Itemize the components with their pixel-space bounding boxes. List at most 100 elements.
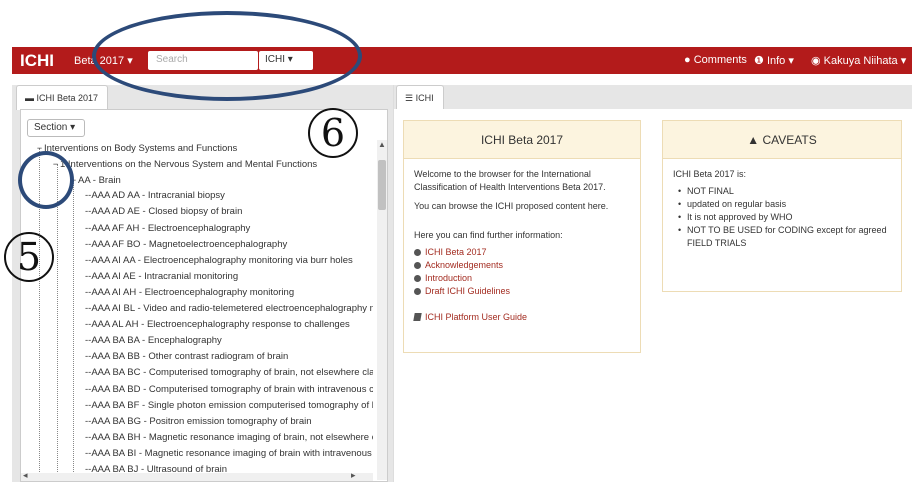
list-item: NOT TO BE USED for CODING except for agr… <box>678 224 891 250</box>
info-circle-icon <box>414 288 421 295</box>
tree-node-label: Interventions on Body Systems and Functi… <box>44 143 238 154</box>
tree-node-label: AAA AL AH - Electroencephalography respo… <box>91 319 350 331</box>
caveats-card: ▲ CAVEATS ICHI Beta 2017 is: NOT FINAL u… <box>662 120 902 292</box>
scrollbar-thumb[interactable] <box>378 160 386 210</box>
tree-node[interactable]: --AAA BA BF - Single photon emission com… <box>85 398 373 414</box>
info-circle-icon <box>414 262 421 269</box>
caveats-title: CAVEATS <box>762 133 817 147</box>
link-user-guide[interactable]: ICHI Platform User Guide <box>413 311 630 324</box>
tree-node[interactable]: --AAA AI AE - Intracranial monitoring <box>85 269 238 285</box>
comments-icon: ● <box>684 54 691 66</box>
info-label: Info <box>766 55 786 67</box>
tree-guide-line <box>57 164 58 480</box>
tree-node[interactable]: --AAA BA BB - Other contrast radiogram o… <box>85 349 288 365</box>
tree-node-label: AAA BA BD - Computerised tomography of b… <box>91 383 373 395</box>
tree-node-label: AAA BA BI - Magnetic resonance imaging o… <box>91 447 373 459</box>
content-area: ICHI Beta 2017 Welcome to the browser fo… <box>394 109 912 482</box>
tree-container: Section ▾ − Interventions on Body Systems… <box>20 109 388 482</box>
tree-node[interactable]: --AAA BA BA - Encephalography <box>85 333 222 349</box>
callout-number-6: 6 <box>308 108 358 158</box>
user-name: Kakuya Niihata <box>823 55 898 67</box>
link-text: ICHI Beta 2017 <box>425 247 487 257</box>
tree-node[interactable]: --AAA BA BG - Positron emission tomograp… <box>85 414 312 430</box>
tree-node-label: AAA BA BC - Computerised tomography of b… <box>91 367 373 379</box>
highlight-ellipse-search <box>92 11 362 101</box>
section-dropdown-button[interactable]: Section ▾ <box>27 119 85 137</box>
link-ichi-beta-2017[interactable]: ICHI Beta 2017 <box>414 246 630 259</box>
info-circle-icon <box>414 249 421 256</box>
tree-node[interactable]: --AAA BA BD - Computerised tomography of… <box>85 382 373 398</box>
vertical-scrollbar[interactable]: ▲ <box>377 140 387 480</box>
list-icon: ☰ <box>405 93 414 103</box>
tree-node[interactable]: − Interventions on Body Systems and Funct… <box>35 140 237 156</box>
tree-node-label: AAA BA BG - Positron emission tomography… <box>91 415 312 427</box>
welcome-card: ICHI Beta 2017 Welcome to the browser fo… <box>403 120 641 353</box>
tree-node-label: AAA BA BB - Other contrast radiogram of … <box>91 351 289 363</box>
tree-node[interactable]: --AAA AL AH - Electroencephalography res… <box>85 317 350 333</box>
welcome-card-body: Welcome to the browser for the Internati… <box>404 159 640 333</box>
link-draft-guidelines[interactable]: Draft ICHI Guidelines <box>414 285 630 298</box>
tab-label: ICHI Beta 2017 <box>36 93 99 103</box>
tree-node-label: AAA AI AE - Intracranial monitoring <box>91 270 239 282</box>
comments-link[interactable]: ● Comments <box>684 54 747 66</box>
section-label: Section <box>34 122 68 133</box>
tree-node-label: AAA AF BO - Magnetoelectroencephalograph… <box>91 238 288 250</box>
scroll-right-icon[interactable]: ▸ <box>351 470 356 481</box>
user-dropdown[interactable]: ◉ Kakuya Niihata ▾ <box>811 54 906 67</box>
right-panel: ☰ ICHI ICHI Beta 2017 Welcome to the bro… <box>394 85 912 482</box>
link-text: Draft ICHI Guidelines <box>425 286 511 296</box>
link-acknowledgements[interactable]: Acknowledgements <box>414 259 630 272</box>
brand-logo[interactable]: ICHI <box>20 51 54 71</box>
list-item: updated on regular basis <box>678 198 891 211</box>
tree-node[interactable]: --AAA BA BH - Magnetic resonance imaging… <box>85 430 373 446</box>
caret-down-icon: ▾ <box>788 55 794 67</box>
callout-number-5: 5 <box>4 232 54 282</box>
info-dropdown[interactable]: ❶ Info ▾ <box>754 54 794 67</box>
link-text: ICHI Platform User Guide <box>425 312 528 322</box>
page: ICHI Beta 2017 ▾ Search ICHI ▾ ● Comment… <box>0 0 912 482</box>
further-info-text: Here you can find further information: <box>414 230 563 240</box>
tree-node[interactable]: --AAA AI AH - Electroencephalography mon… <box>85 285 294 301</box>
tab-label: ICHI <box>415 93 434 103</box>
warning-icon: ▲ <box>747 133 760 147</box>
caret-down-icon: ▾ <box>70 122 76 133</box>
tree-node[interactable]: --AAA AI BL - Video and radio-telemetere… <box>85 301 373 317</box>
tree-node[interactable]: --AAA AF BO - Magnetoelectroencephalogra… <box>85 237 287 253</box>
callout-digit: 6 <box>320 111 346 155</box>
browse-text: You can browse the ICHI proposed content… <box>414 201 609 211</box>
tree-node[interactable]: --AAA BA BI - Magnetic resonance imaging… <box>85 446 373 462</box>
scroll-left-icon[interactable]: ◂ <box>23 470 28 481</box>
tree-node[interactable]: --AAA AI AA - Electroencephalography mon… <box>85 253 353 269</box>
caveats-list: NOT FINAL updated on regular basis It is… <box>673 185 891 250</box>
tree-node[interactable]: − AA - Brain <box>69 172 121 188</box>
list-item: NOT FINAL <box>678 185 891 198</box>
horizontal-scrollbar[interactable]: ◂ ▸ <box>21 470 373 481</box>
tree-guide-line <box>73 180 74 480</box>
tree-node[interactable]: --AAA AD AA - Intracranial biopsy <box>85 188 225 204</box>
tab-ichi-beta-2017[interactable]: ▬ ICHI Beta 2017 <box>16 85 108 110</box>
info-circle-icon <box>414 275 421 282</box>
link-introduction[interactable]: Introduction <box>414 272 630 285</box>
classification-tree: − Interventions on Body Systems and Funct… <box>21 140 373 480</box>
tree-node-label: AAA AI BL - Video and radio-telemetered … <box>91 303 373 314</box>
tree-node-label: AAA AI AH - Electroencephalography monit… <box>91 286 295 298</box>
tab-ichi[interactable]: ☰ ICHI <box>396 85 444 110</box>
callout-digit: 5 <box>16 235 42 279</box>
caveats-card-header: ▲ CAVEATS <box>663 121 901 159</box>
tree-node[interactable]: --AAA AF AH - Electroencephalography <box>85 221 250 237</box>
tree-node-label: AAA AF AH - Electroencephalography <box>91 222 251 234</box>
welcome-text: Welcome to the browser for the Internati… <box>414 169 606 192</box>
tree-node-label: AAA AI AA - Electroencephalography monit… <box>91 254 353 266</box>
tree-node[interactable]: --AAA BA BC - Computerised tomography of… <box>85 365 373 381</box>
info-icon: ❶ <box>754 55 764 67</box>
book-icon <box>413 313 422 321</box>
tree-node[interactable]: −1 Interventions on the Nervous System a… <box>51 156 317 172</box>
folder-icon: ▬ <box>25 93 34 103</box>
caret-down-icon: ▾ <box>900 55 907 67</box>
tree-node[interactable]: --AAA AD AE - Closed biopsy of brain <box>85 204 242 220</box>
highlight-ellipse-tree <box>18 151 74 209</box>
link-text: Acknowledgements <box>425 260 504 270</box>
scroll-up-icon[interactable]: ▲ <box>377 140 387 150</box>
tree-node-label: AAA AD AA - Intracranial biopsy <box>91 190 225 202</box>
tree-node-label: AAA BA BF - Single photon emission compu… <box>91 399 373 411</box>
